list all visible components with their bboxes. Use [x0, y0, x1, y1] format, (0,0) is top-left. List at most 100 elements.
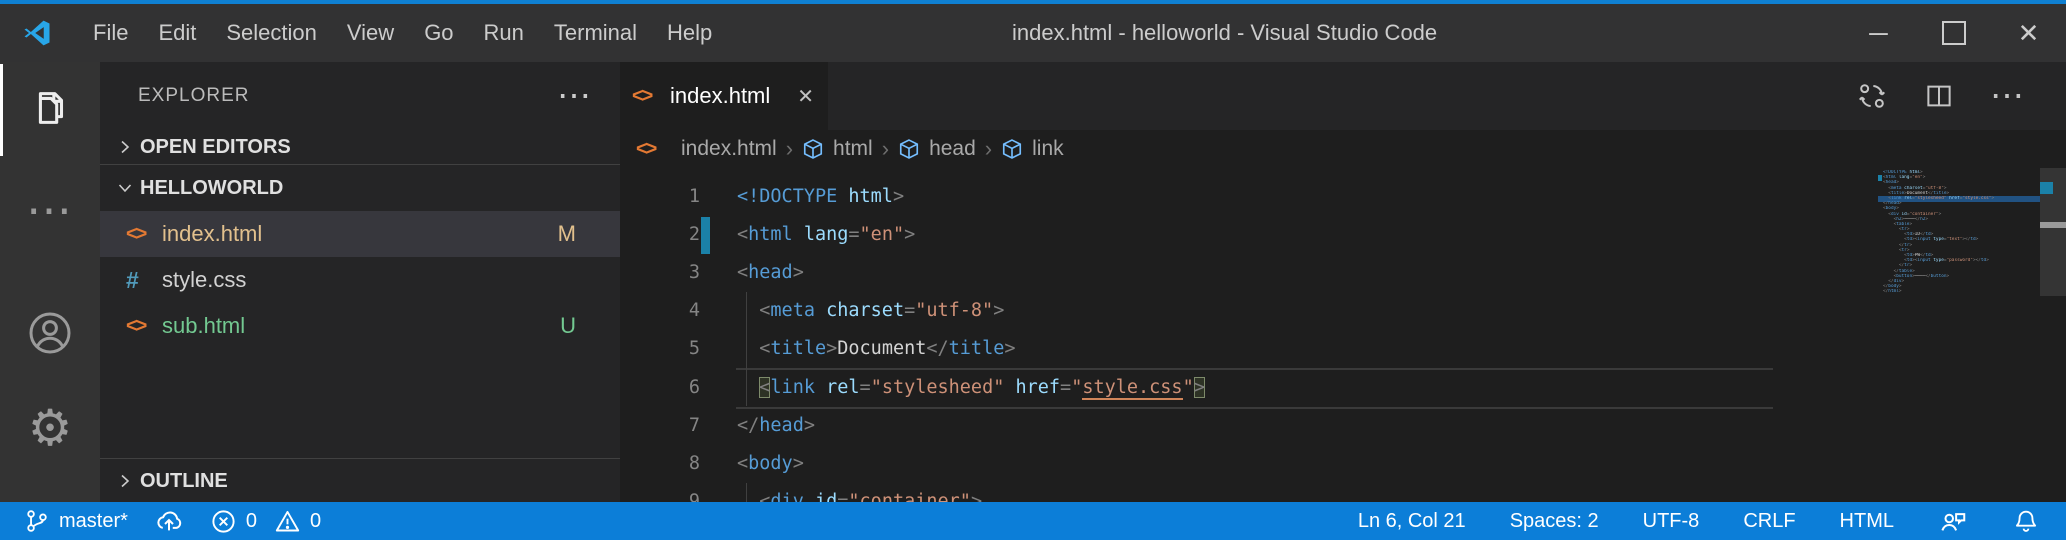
problems-item[interactable]: 0 0	[210, 508, 321, 535]
status-bar: master* 0 0 Ln 6, Col 21 Spac	[0, 502, 2066, 540]
line-number: 5	[620, 338, 700, 359]
overview-cursor-mark	[2040, 222, 2066, 228]
sidebar-file-sub.html[interactable]: <>sub.html U	[100, 303, 620, 349]
line-number: 8	[620, 453, 700, 474]
encoding-item[interactable]: UTF-8	[1643, 510, 1700, 533]
menu-terminal[interactable]: Terminal	[539, 20, 652, 46]
tab-label: index.html	[670, 83, 770, 109]
menu-go[interactable]: Go	[409, 20, 468, 46]
line-number: 1	[620, 186, 700, 207]
code-line-4[interactable]: 4 <meta charset="utf-8">	[620, 292, 2066, 330]
minimize-button[interactable]: ─	[1841, 4, 1916, 62]
code-line-9[interactable]: 9 <div id="container">	[620, 483, 2066, 503]
code-line-8[interactable]: 8<body>	[620, 444, 2066, 482]
language-mode-item[interactable]: HTML	[1840, 510, 1894, 533]
notifications-bell-icon[interactable]	[2012, 507, 2040, 535]
css-file-icon: #	[126, 267, 162, 294]
open-changes-icon[interactable]	[1856, 80, 1888, 112]
file-name: index.html	[162, 221, 262, 247]
errors-icon	[210, 508, 237, 535]
open-editors-label: OPEN EDITORS	[140, 136, 291, 159]
file-name: style.css	[162, 267, 246, 293]
menu-file[interactable]: File	[78, 20, 143, 46]
breadcrumb-item-index.html[interactable]: <>index.html	[636, 137, 777, 161]
code-line-2[interactable]: 2<html lang="en">	[620, 215, 2066, 253]
symbol-cube-icon	[898, 138, 920, 160]
git-status-badge: U	[560, 313, 576, 339]
menu-help[interactable]: Help	[652, 20, 727, 46]
tab-index-html[interactable]: <> index.html ✕	[620, 62, 828, 130]
overview-modified-mark	[2040, 182, 2053, 194]
sidebar-title: EXPLORER	[138, 85, 249, 107]
line-number: 9	[620, 491, 700, 502]
code-editor[interactable]: 1<!DOCTYPE html>2<html lang="en">3<head>…	[620, 168, 2066, 502]
explorer-icon[interactable]	[0, 76, 100, 140]
folder-section[interactable]: HELLOWORLD	[100, 165, 620, 211]
activity-bar: ⋯ ⚙	[0, 62, 100, 502]
sync-changes-item[interactable]	[154, 506, 184, 536]
breadcrumb-item-head[interactable]: head	[898, 137, 976, 161]
sidebar-file-index.html[interactable]: <>index.html M	[100, 211, 620, 257]
menu-edit[interactable]: Edit	[143, 20, 211, 46]
eol-item[interactable]: CRLF	[1743, 510, 1795, 533]
vscode-logo-icon	[22, 18, 52, 48]
menu-view[interactable]: View	[332, 20, 409, 46]
breadcrumb-item-html[interactable]: html	[802, 137, 873, 161]
chevron-down-icon	[110, 179, 140, 197]
html-file-icon: <>	[126, 315, 162, 338]
code-line-7[interactable]: 7</head>	[620, 406, 2066, 444]
breadcrumb: <>index.html›html›head›link	[620, 130, 2066, 168]
symbol-cube-icon	[802, 138, 824, 160]
line-number: 6	[620, 377, 700, 398]
vertical-scrollbar[interactable]	[2040, 168, 2066, 502]
git-status-badge: M	[558, 221, 576, 247]
cursor-position-item[interactable]: Ln 6, Col 21	[1358, 510, 1466, 533]
feedback-icon[interactable]	[1938, 506, 1968, 536]
file-list: <>index.htmlM#style.css<>sub.htmlU	[100, 211, 620, 349]
indentation-item[interactable]: Spaces: 2	[1510, 510, 1599, 533]
explorer-sidebar: EXPLORER ⋯ OPEN EDITORS HELLOWORLD <>ind…	[100, 62, 620, 502]
line-number: 4	[620, 300, 700, 321]
line-number: 2	[620, 224, 700, 245]
code-lines: 1<!DOCTYPE html>2<html lang="en">3<head>…	[620, 177, 2066, 502]
code-line-3[interactable]: 3<head>	[620, 253, 2066, 291]
html-file-icon: <>	[632, 85, 662, 108]
line-number: 7	[620, 415, 700, 436]
git-branch-item[interactable]: master*	[24, 508, 128, 534]
more-views-icon[interactable]: ⋯	[0, 178, 100, 242]
code-line-5[interactable]: 5 <title>Document</title>	[620, 330, 2066, 368]
maximize-button[interactable]	[1916, 4, 1991, 62]
open-editors-section[interactable]: OPEN EDITORS	[100, 130, 620, 165]
html-file-icon: <>	[636, 138, 672, 161]
maximize-icon	[1942, 21, 1966, 45]
symbol-cube-icon	[1001, 138, 1023, 160]
chevron-right-icon	[110, 472, 140, 490]
file-name: sub.html	[162, 313, 245, 339]
split-editor-icon[interactable]	[1924, 81, 1954, 111]
chevron-right-icon	[110, 138, 140, 156]
outline-section[interactable]: OUTLINE	[100, 458, 620, 503]
code-line-1[interactable]: 1<!DOCTYPE html>	[620, 177, 2066, 215]
git-branch-icon	[24, 508, 50, 534]
settings-gear-icon[interactable]: ⚙	[0, 396, 100, 460]
close-button[interactable]: ✕	[1991, 4, 2066, 62]
breadcrumb-separator-icon: ›	[976, 136, 1001, 162]
code-line-6[interactable]: 6 <link rel="stylesheed" href="style.css…	[620, 368, 2066, 406]
breadcrumb-item-link[interactable]: link	[1001, 137, 1064, 161]
editor-actions: ⋯	[1856, 80, 2066, 112]
sidebar-file-style.css[interactable]: #style.css	[100, 257, 620, 303]
warnings-icon	[274, 508, 301, 535]
minimap[interactable]: <!DOCTYPE html><html lang="en"><head> <m…	[1878, 168, 2040, 502]
menu-run[interactable]: Run	[469, 20, 539, 46]
vscode-window: FileEditSelectionViewGoRunTerminalHelp i…	[0, 0, 2066, 540]
html-file-icon: <>	[126, 223, 162, 246]
tab-bar: <> index.html ✕ ⋯	[620, 62, 2066, 130]
menu-selection[interactable]: Selection	[211, 20, 332, 46]
line-number: 3	[620, 262, 700, 283]
account-icon[interactable]	[0, 301, 100, 365]
cloud-upload-icon	[154, 506, 184, 536]
error-count: 0	[246, 510, 257, 533]
window-controls: ─ ✕	[1841, 4, 2066, 62]
tab-close-icon[interactable]: ✕	[797, 84, 814, 109]
window-title: index.html - helloworld - Visual Studio …	[1012, 4, 1437, 62]
